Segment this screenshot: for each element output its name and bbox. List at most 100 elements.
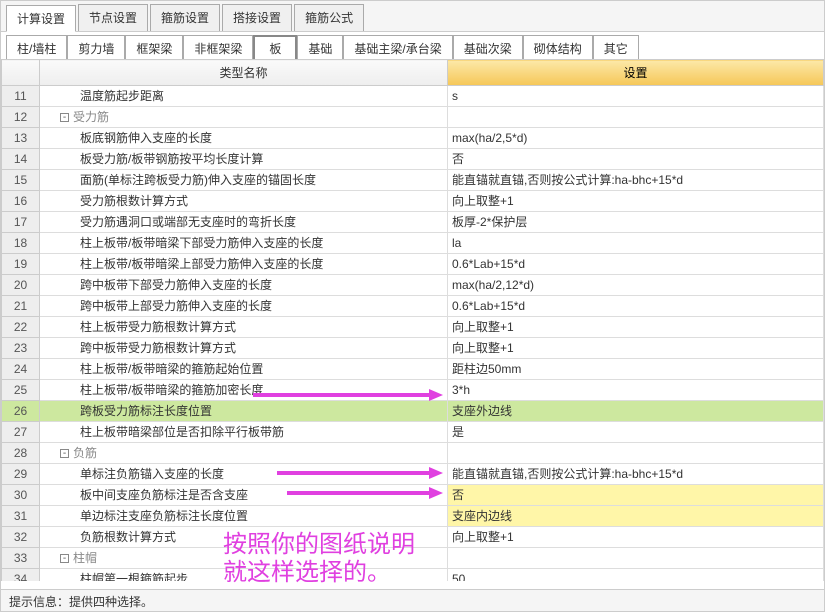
- row-value[interactable]: la: [448, 233, 824, 254]
- table-row[interactable]: 27柱上板带暗梁部位是否扣除平行板带筋是: [2, 422, 824, 443]
- row-number: 25: [2, 380, 40, 401]
- row-value[interactable]: 向上取整+1: [448, 527, 824, 548]
- row-name: 受力筋根数计算方式: [40, 191, 448, 212]
- row-name: 负筋根数计算方式: [40, 527, 448, 548]
- tab-node[interactable]: 节点设置: [78, 4, 148, 31]
- table-row[interactable]: 11温度筋起步距离s: [2, 86, 824, 107]
- btn-colwall[interactable]: 柱/墙柱: [6, 35, 67, 62]
- table-row[interactable]: 28-负筋: [2, 443, 824, 464]
- btn-nonframe[interactable]: 非框架梁: [183, 35, 253, 62]
- table-row[interactable]: 25柱上板带/板带暗梁的箍筋加密长度3*h: [2, 380, 824, 401]
- row-number: 19: [2, 254, 40, 275]
- collapse-icon[interactable]: -: [60, 554, 69, 563]
- tab-compute[interactable]: 计算设置: [6, 5, 76, 32]
- btn-found[interactable]: 基础: [297, 35, 343, 62]
- tab-stirrup[interactable]: 箍筋设置: [150, 4, 220, 31]
- row-value[interactable]: 向上取整+1: [448, 191, 824, 212]
- table-row[interactable]: 32负筋根数计算方式向上取整+1: [2, 527, 824, 548]
- row-name: 柱上板带/板带暗梁下部受力筋伸入支座的长度: [40, 233, 448, 254]
- row-number: 14: [2, 149, 40, 170]
- row-name: 柱帽第一根箍筋起步: [40, 569, 448, 582]
- table-row[interactable]: 17受力筋遇洞口或端部无支座时的弯折长度板厚-2*保护层: [2, 212, 824, 233]
- btn-foundsec[interactable]: 基础次梁: [453, 35, 523, 62]
- row-number: 20: [2, 275, 40, 296]
- row-value[interactable]: 是: [448, 422, 824, 443]
- row-value[interactable]: 能直锚就直锚,否则按公式计算:ha-bhc+15*d: [448, 170, 824, 191]
- row-name: 板底钢筋伸入支座的长度: [40, 128, 448, 149]
- tab-lap[interactable]: 搭接设置: [222, 4, 292, 31]
- row-name: 跨中板带下部受力筋伸入支座的长度: [40, 275, 448, 296]
- row-name: 柱上板带暗梁部位是否扣除平行板带筋: [40, 422, 448, 443]
- table-row[interactable]: 21跨中板带上部受力筋伸入支座的长度0.6*Lab+15*d: [2, 296, 824, 317]
- row-value[interactable]: 3*h: [448, 380, 824, 401]
- row-number: 17: [2, 212, 40, 233]
- row-value[interactable]: 0.6*Lab+15*d: [448, 296, 824, 317]
- btn-masonry[interactable]: 砌体结构: [523, 35, 593, 62]
- row-value[interactable]: [448, 107, 824, 128]
- row-name: 温度筋起步距离: [40, 86, 448, 107]
- main-tab-bar: 计算设置 节点设置 箍筋设置 搭接设置 箍筋公式: [1, 1, 824, 32]
- row-value[interactable]: 能直锚就直锚,否则按公式计算:ha-bhc+15*d: [448, 464, 824, 485]
- row-number: 33: [2, 548, 40, 569]
- table-row[interactable]: 15面筋(单标注跨板受力筋)伸入支座的锚固长度能直锚就直锚,否则按公式计算:ha…: [2, 170, 824, 191]
- row-number: 12: [2, 107, 40, 128]
- table-row[interactable]: 14板受力筋/板带钢筋按平均长度计算否: [2, 149, 824, 170]
- btn-other[interactable]: 其它: [593, 35, 639, 62]
- btn-shear[interactable]: 剪力墙: [67, 35, 125, 62]
- row-value[interactable]: 支座内边线: [448, 506, 824, 527]
- btn-slab[interactable]: 板: [253, 35, 297, 62]
- tab-formula[interactable]: 箍筋公式: [294, 4, 364, 31]
- table-row[interactable]: 23跨中板带受力筋根数计算方式向上取整+1: [2, 338, 824, 359]
- table-row[interactable]: 18柱上板带/板带暗梁下部受力筋伸入支座的长度la: [2, 233, 824, 254]
- row-number: 11: [2, 86, 40, 107]
- table-row[interactable]: 29单标注负筋锚入支座的长度能直锚就直锚,否则按公式计算:ha-bhc+15*d: [2, 464, 824, 485]
- collapse-icon[interactable]: -: [60, 449, 69, 458]
- row-value[interactable]: 50: [448, 569, 824, 582]
- table-row[interactable]: 19柱上板带/板带暗梁上部受力筋伸入支座的长度0.6*Lab+15*d: [2, 254, 824, 275]
- table-row[interactable]: 22柱上板带受力筋根数计算方式向上取整+1: [2, 317, 824, 338]
- row-name: 柱上板带/板带暗梁上部受力筋伸入支座的长度: [40, 254, 448, 275]
- row-value[interactable]: 向上取整+1: [448, 338, 824, 359]
- row-value[interactable]: 向上取整+1: [448, 317, 824, 338]
- status-bar: 提示信息：提供四种选择。: [1, 589, 824, 611]
- table-row[interactable]: 34柱帽第一根箍筋起步50: [2, 569, 824, 582]
- row-value[interactable]: max(ha/2,12*d): [448, 275, 824, 296]
- settings-grid: 类型名称 设置 11温度筋起步距离s12-受力筋13板底钢筋伸入支座的长度max…: [1, 59, 824, 581]
- table-row[interactable]: 12-受力筋: [2, 107, 824, 128]
- row-name: 柱上板带受力筋根数计算方式: [40, 317, 448, 338]
- row-number: 13: [2, 128, 40, 149]
- row-name: 面筋(单标注跨板受力筋)伸入支座的锚固长度: [40, 170, 448, 191]
- table-row[interactable]: 13板底钢筋伸入支座的长度max(ha/2,5*d): [2, 128, 824, 149]
- row-value[interactable]: 否: [448, 485, 824, 506]
- row-value[interactable]: [448, 443, 824, 464]
- row-value[interactable]: 否: [448, 149, 824, 170]
- app-window: 计算设置 节点设置 箍筋设置 搭接设置 箍筋公式 柱/墙柱 剪力墙 框架梁 非框…: [0, 0, 825, 612]
- row-name: 跨板受力筋标注长度位置: [40, 401, 448, 422]
- table-row[interactable]: 31单边标注支座负筋标注长度位置支座内边线: [2, 506, 824, 527]
- row-number: 28: [2, 443, 40, 464]
- row-number: 16: [2, 191, 40, 212]
- row-value[interactable]: [448, 548, 824, 569]
- row-value[interactable]: max(ha/2,5*d): [448, 128, 824, 149]
- table-row[interactable]: 30板中间支座负筋标注是否含支座否: [2, 485, 824, 506]
- table-row[interactable]: 26跨板受力筋标注长度位置支座外边线: [2, 401, 824, 422]
- row-number: 29: [2, 464, 40, 485]
- row-name: -负筋: [40, 443, 448, 464]
- row-value[interactable]: 距柱边50mm: [448, 359, 824, 380]
- row-name: 跨中板带受力筋根数计算方式: [40, 338, 448, 359]
- table-row[interactable]: 20跨中板带下部受力筋伸入支座的长度max(ha/2,12*d): [2, 275, 824, 296]
- row-value[interactable]: 板厚-2*保护层: [448, 212, 824, 233]
- row-name: -柱帽: [40, 548, 448, 569]
- btn-frame[interactable]: 框架梁: [125, 35, 183, 62]
- row-number: 32: [2, 527, 40, 548]
- table-row[interactable]: 16受力筋根数计算方式向上取整+1: [2, 191, 824, 212]
- row-number: 22: [2, 317, 40, 338]
- row-value[interactable]: s: [448, 86, 824, 107]
- row-name: 单标注负筋锚入支座的长度: [40, 464, 448, 485]
- table-row[interactable]: 24柱上板带/板带暗梁的箍筋起始位置距柱边50mm: [2, 359, 824, 380]
- btn-foundbeam[interactable]: 基础主梁/承台梁: [343, 35, 452, 62]
- collapse-icon[interactable]: -: [60, 113, 69, 122]
- row-value[interactable]: 0.6*Lab+15*d: [448, 254, 824, 275]
- row-value[interactable]: 支座外边线: [448, 401, 824, 422]
- table-row[interactable]: 33-柱帽: [2, 548, 824, 569]
